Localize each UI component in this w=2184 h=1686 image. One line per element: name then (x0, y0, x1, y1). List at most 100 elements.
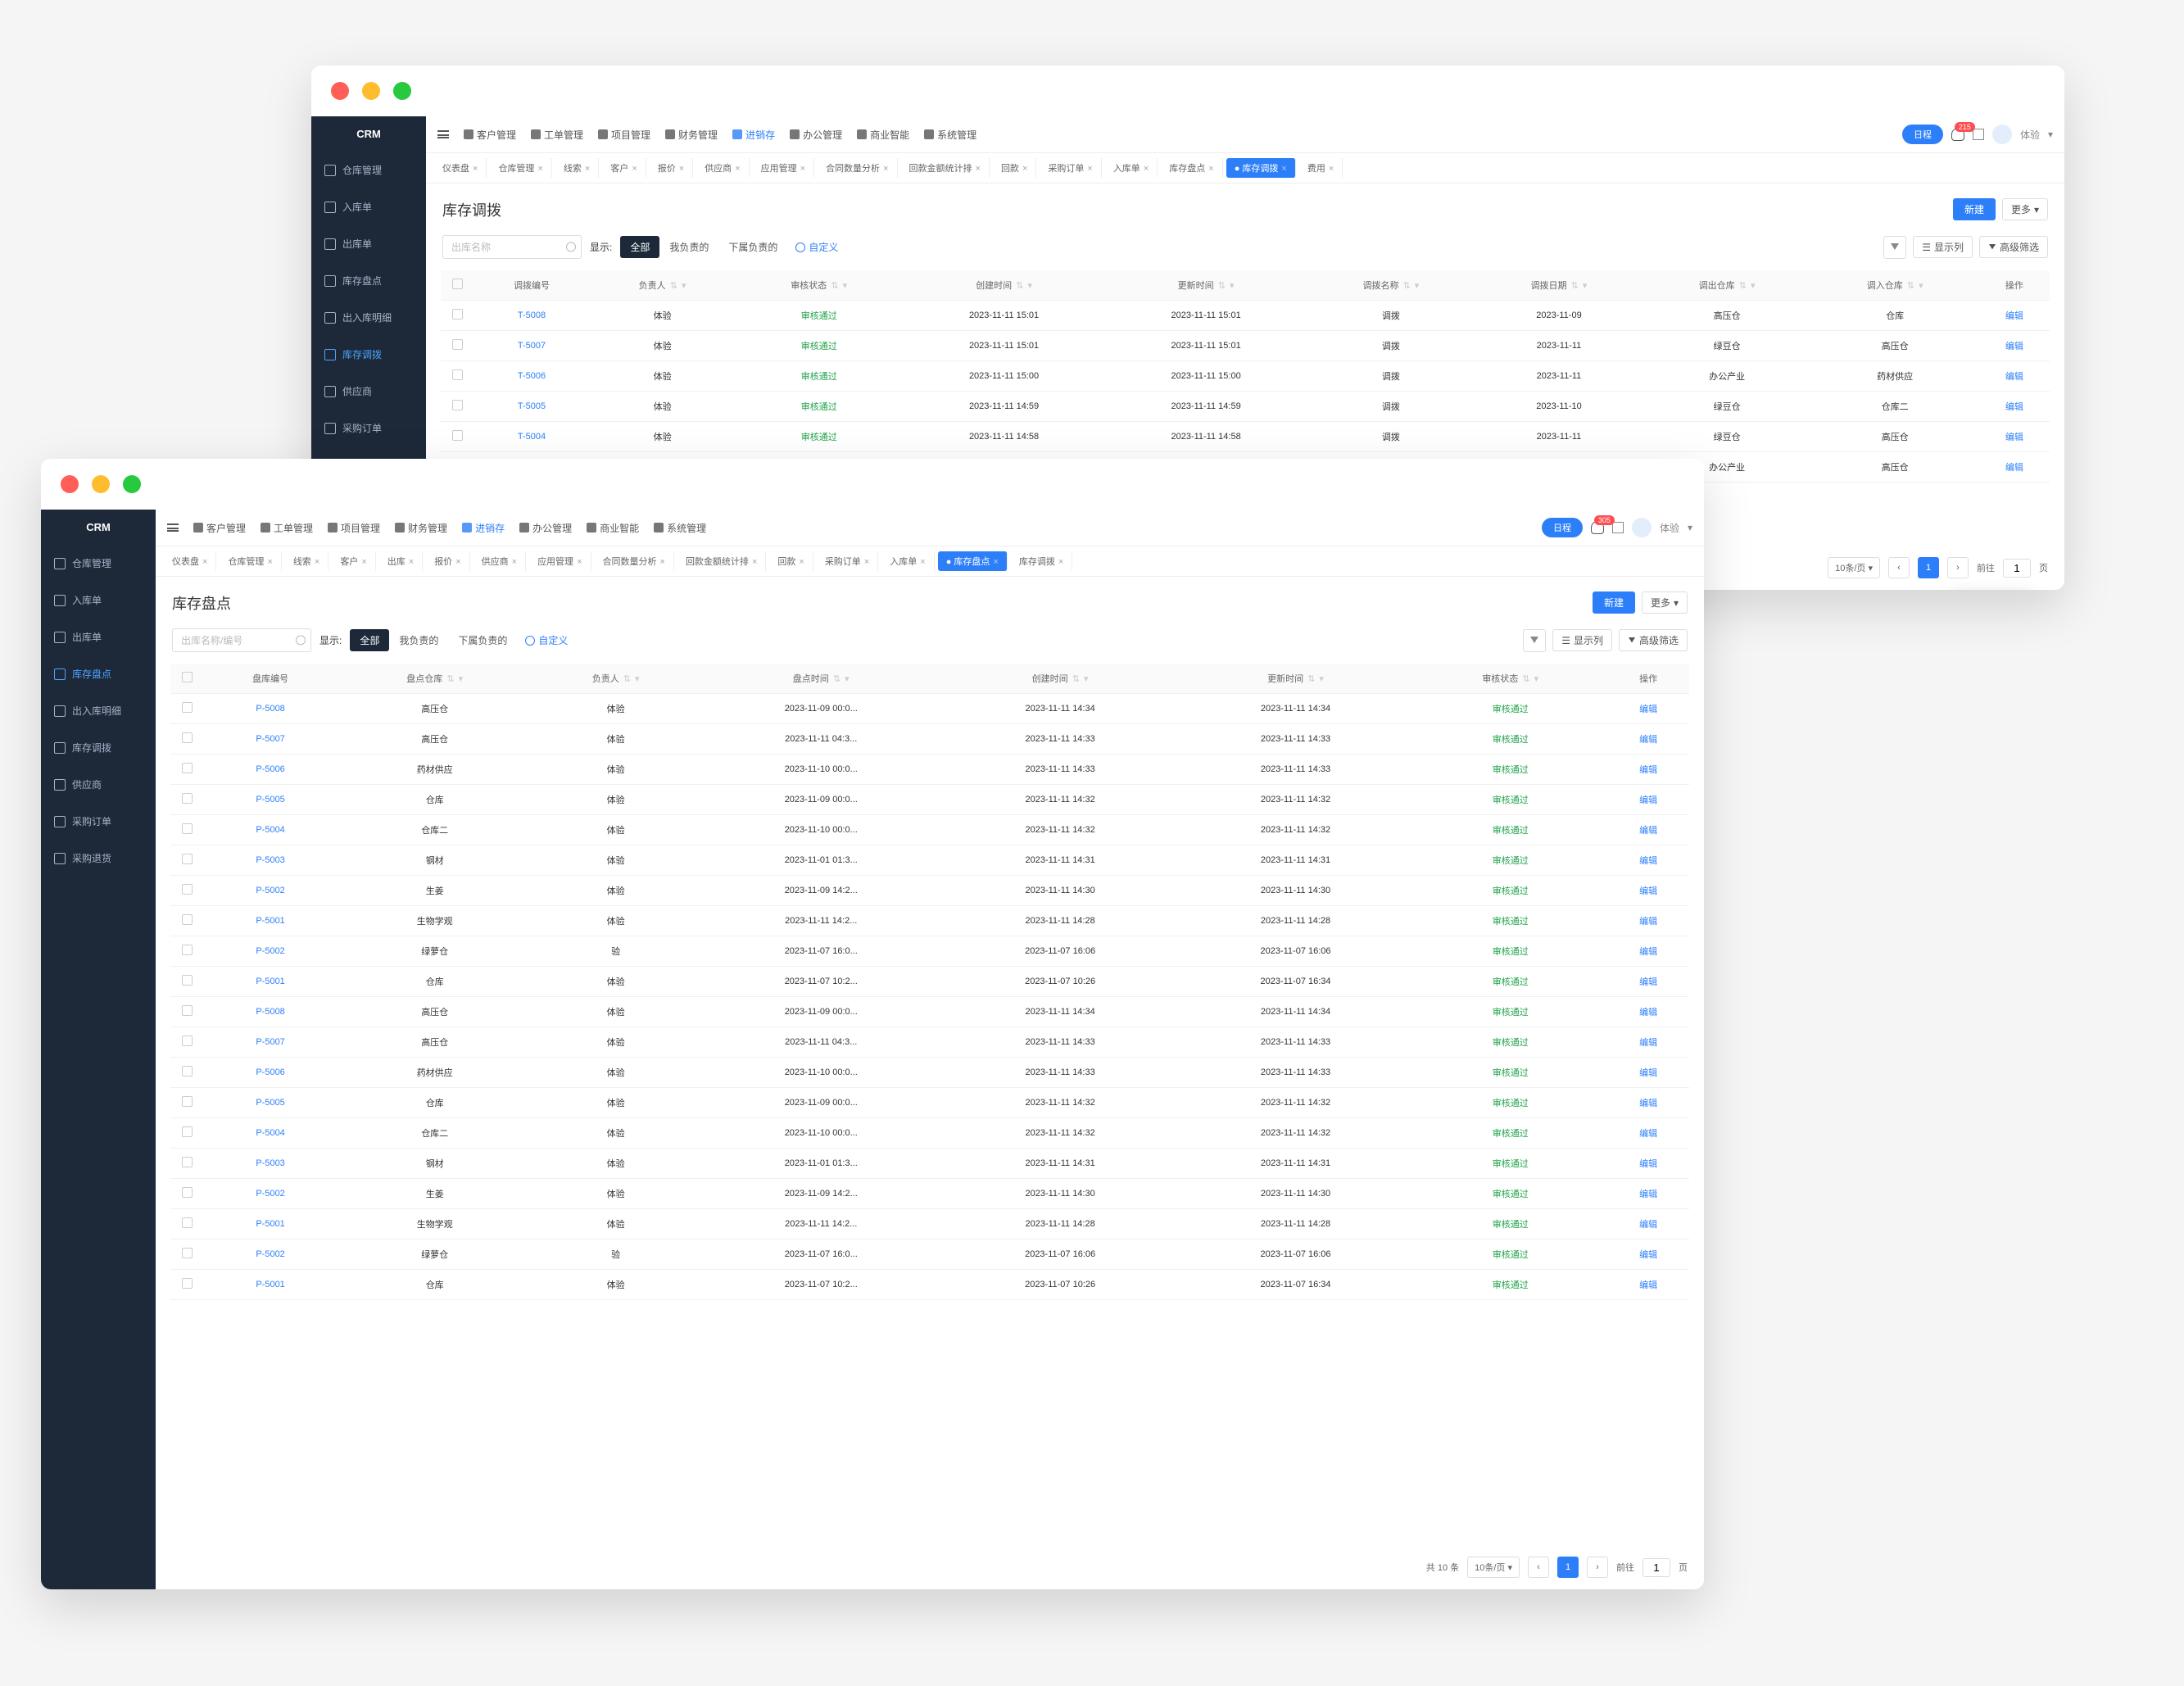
page-1-button[interactable]: 1 (1557, 1557, 1579, 1578)
filter-segment[interactable]: 我负责的 (659, 236, 718, 258)
tab-close-icon[interactable]: × (585, 164, 590, 174)
tab-close-icon[interactable]: × (752, 557, 757, 567)
tab[interactable]: 库存盘点× (1161, 158, 1222, 178)
row-checkbox[interactable] (182, 1248, 193, 1258)
record-link[interactable]: P-5006 (256, 764, 284, 774)
advanced-filter-button[interactable]: 高级筛选 (1979, 236, 2048, 258)
tab[interactable]: 回款金额统计排× (677, 551, 766, 571)
filter-segment[interactable]: 全部 (620, 236, 659, 258)
next-page-button[interactable]: › (1587, 1557, 1608, 1578)
column-header[interactable]: 审核状态 ⇅ ▾ (735, 270, 903, 301)
sidebar-item[interactable]: 采购订单 (41, 803, 156, 840)
edit-link[interactable]: 编辑 (1639, 705, 1657, 714)
record-link[interactable]: T-5005 (518, 401, 546, 411)
tab[interactable]: 入库单× (881, 551, 934, 571)
edit-link[interactable]: 编辑 (1639, 1159, 1657, 1169)
goto-page-input[interactable] (2003, 559, 2031, 578)
topnav-item[interactable]: 办公管理 (519, 521, 572, 535)
select-all-checkbox[interactable] (452, 279, 463, 289)
next-page-button[interactable]: › (1947, 557, 1969, 578)
calendar-button[interactable]: 日程 (1542, 518, 1583, 537)
record-link[interactable]: P-5008 (256, 1007, 284, 1017)
column-header[interactable]: 创建时间 ⇅ ▾ (942, 664, 1177, 694)
edit-link[interactable]: 编辑 (2005, 463, 2023, 473)
tab-close-icon[interactable]: × (864, 557, 869, 567)
sidebar-item[interactable]: 库存盘点 (311, 262, 426, 299)
tab[interactable]: 线索× (555, 158, 599, 178)
sidebar-item[interactable]: 库存盘点 (41, 655, 156, 692)
qr-icon[interactable] (1973, 129, 1984, 140)
topnav-item[interactable]: 工单管理 (531, 128, 583, 142)
sidebar-item[interactable]: 出库单 (311, 225, 426, 262)
tab[interactable]: 仪表盘× (164, 551, 216, 571)
column-header[interactable]: 调拨名称 ⇅ ▾ (1307, 270, 1475, 301)
topnav-item[interactable]: 财务管理 (665, 128, 718, 142)
menu-icon[interactable] (437, 130, 449, 138)
tab-close-icon[interactable]: × (883, 164, 888, 174)
edit-link[interactable]: 编辑 (1639, 765, 1657, 775)
tab-close-icon[interactable]: × (800, 164, 805, 174)
sidebar-item[interactable]: 采购退货 (41, 840, 156, 877)
topnav-item[interactable]: 客户管理 (193, 521, 246, 535)
record-link[interactable]: P-5003 (256, 1158, 284, 1168)
sidebar-item[interactable]: 入库单 (311, 188, 426, 225)
record-link[interactable]: P-5002 (256, 1189, 284, 1199)
tab[interactable]: 客户× (602, 158, 646, 178)
tab[interactable]: 库存调拨× (1011, 551, 1072, 571)
record-link[interactable]: P-5008 (256, 704, 284, 714)
record-link[interactable]: P-5001 (256, 1280, 284, 1289)
topnav-item[interactable]: 财务管理 (395, 521, 447, 535)
column-header[interactable]: 创建时间 ⇅ ▾ (903, 270, 1105, 301)
record-link[interactable]: T-5007 (518, 341, 546, 351)
record-link[interactable]: P-5005 (256, 795, 284, 804)
more-button[interactable]: 更多 ▾ (2002, 198, 2048, 220)
column-header[interactable]: 盘点仓库 ⇅ ▾ (338, 664, 532, 694)
edit-link[interactable]: 编辑 (1639, 917, 1657, 927)
tab-close-icon[interactable]: × (1144, 164, 1149, 174)
row-checkbox[interactable] (452, 369, 463, 380)
select-all-checkbox[interactable] (182, 672, 193, 682)
avatar[interactable] (1992, 125, 2012, 144)
record-link[interactable]: P-5003 (256, 855, 284, 865)
row-checkbox[interactable] (182, 1278, 193, 1289)
column-header[interactable]: 调拨日期 ⇅ ▾ (1475, 270, 1643, 301)
prev-page-button[interactable]: ‹ (1528, 1557, 1549, 1578)
filter-segment[interactable]: 下属负责的 (448, 629, 517, 651)
new-button[interactable]: 新建 (1593, 591, 1635, 614)
row-checkbox[interactable] (182, 793, 193, 804)
record-link[interactable]: T-5006 (518, 371, 546, 381)
record-link[interactable]: P-5007 (256, 734, 284, 744)
calendar-button[interactable]: 日程 (1902, 125, 1943, 144)
tab[interactable]: ● 库存调拨× (1226, 158, 1296, 178)
filter-col-icon[interactable]: ▾ (845, 674, 850, 684)
record-link[interactable]: P-5001 (256, 1219, 284, 1229)
record-link[interactable]: P-5006 (256, 1067, 284, 1077)
record-link[interactable]: T-5008 (518, 310, 546, 320)
column-header[interactable]: 更新时间 ⇅ ▾ (1105, 270, 1307, 301)
row-checkbox[interactable] (452, 309, 463, 320)
avatar[interactable] (1632, 518, 1652, 537)
tab-close-icon[interactable]: × (1208, 164, 1213, 174)
edit-link[interactable]: 编辑 (2005, 402, 2023, 412)
tab[interactable]: 应用管理× (753, 158, 814, 178)
tab[interactable]: 回款金额统计排× (901, 158, 990, 178)
filter-col-icon[interactable]: ▾ (1084, 674, 1089, 684)
edit-link[interactable]: 编辑 (2005, 372, 2023, 382)
edit-link[interactable]: 编辑 (1639, 856, 1657, 866)
topnav-item[interactable]: 客户管理 (464, 128, 516, 142)
row-checkbox[interactable] (182, 914, 193, 925)
record-link[interactable]: P-5005 (256, 1098, 284, 1108)
tab-close-icon[interactable]: × (1058, 557, 1063, 567)
tab[interactable]: ● 库存盘点× (938, 551, 1008, 571)
edit-link[interactable]: 编辑 (1639, 1280, 1657, 1290)
topnav-item[interactable]: 商业智能 (857, 128, 909, 142)
tab[interactable]: 出库× (379, 551, 423, 571)
record-link[interactable]: P-5004 (256, 825, 284, 835)
tab-close-icon[interactable]: × (920, 557, 925, 567)
tab-close-icon[interactable]: × (976, 164, 981, 174)
topnav-item[interactable]: 系统管理 (924, 128, 976, 142)
sidebar-item[interactable]: 供应商 (41, 766, 156, 803)
edit-link[interactable]: 编辑 (1639, 977, 1657, 987)
filter-col-icon[interactable]: ▾ (1534, 674, 1539, 684)
row-checkbox[interactable] (182, 1036, 193, 1046)
